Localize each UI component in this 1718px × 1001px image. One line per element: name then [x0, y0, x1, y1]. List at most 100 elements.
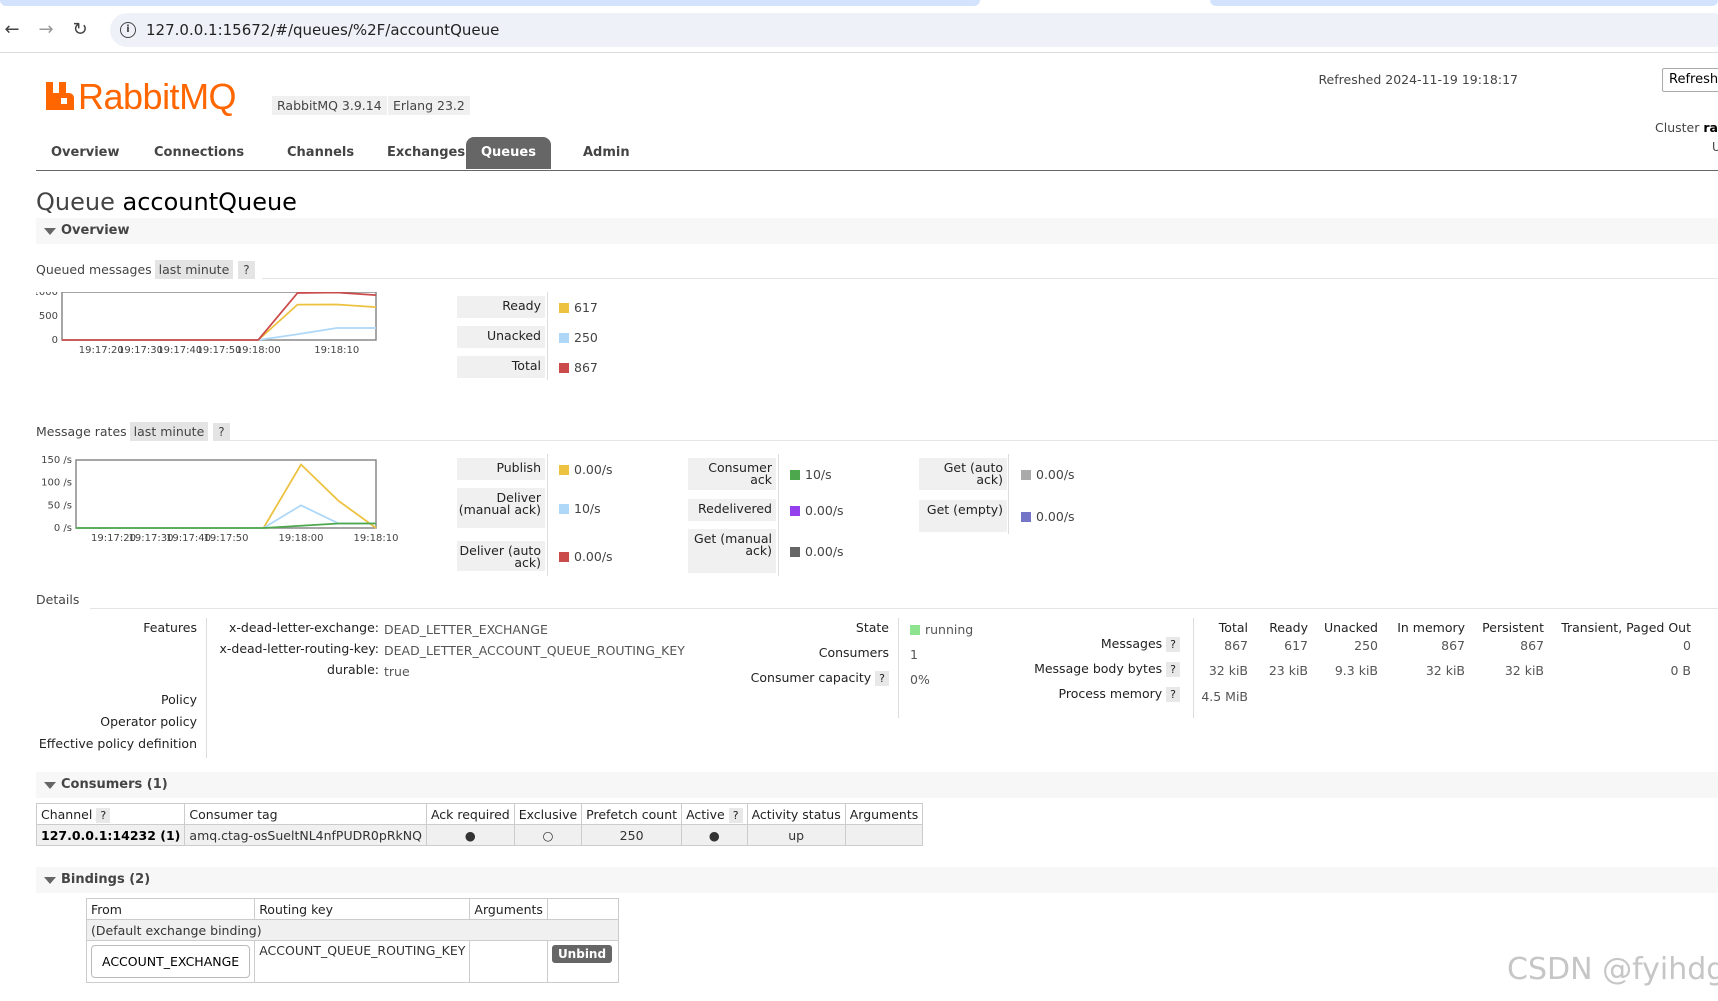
- rate-deliver-manual-legend-label: Deliver (manual ack): [457, 488, 545, 528]
- rate-redelivered-value-text: 0.00/s: [805, 503, 844, 518]
- details-divider: [898, 618, 899, 718]
- overview-section-label: Overview: [61, 223, 130, 238]
- stats-header-unacked: Unacked: [1323, 620, 1378, 635]
- table-header-row: Channel? Consumer tag Ack required Exclu…: [35, 803, 924, 825]
- browser-tab[interactable]: [0, 0, 980, 6]
- legend-swatch: [559, 504, 569, 514]
- rate-get-auto-legend-value: 0.00/s: [1021, 467, 1075, 482]
- watermark: CSDN @fyihdg: [1507, 952, 1718, 987]
- body-bytes-stat-value: 32 kiB: [1208, 663, 1248, 678]
- bindings-section-header[interactable]: Bindings (2): [36, 867, 1718, 893]
- legend-swatch: [559, 303, 569, 313]
- binding-routing-key: ACCOUNT_QUEUE_ROUTING_KEY: [254, 940, 471, 983]
- overview-section-header[interactable]: Overview: [36, 218, 1718, 244]
- rate-publish-value-text: 0.00/s: [574, 462, 613, 477]
- rate-get-manual-legend-value: 0.00/s: [790, 544, 844, 559]
- col-header-prefetch-count: Prefetch count: [581, 803, 683, 825]
- url-text[interactable]: 127.0.0.1:15672/#/queues/%2F/accountQueu…: [146, 21, 499, 39]
- legend-swatch: [790, 506, 800, 516]
- unbind-button[interactable]: Unbind: [551, 945, 613, 963]
- y-tick-label: 100 /s: [41, 478, 72, 489]
- binding-source-exchange[interactable]: ACCOUNT_EXCHANGE: [91, 945, 251, 978]
- rate-get-manual-value-text: 0.00/s: [805, 544, 844, 559]
- total-legend-label: Total: [457, 356, 545, 378]
- rate-publish-legend-value: 0.00/s: [559, 462, 613, 477]
- back-arrow-icon[interactable]: ←: [0, 18, 24, 42]
- page-title-prefix: Queue: [36, 188, 115, 216]
- help-icon[interactable]: ?: [1166, 637, 1180, 652]
- help-icon[interactable]: ?: [213, 423, 230, 441]
- rate-deliver-manual-legend-value: 10/s: [559, 501, 601, 516]
- process-memory-text: Process memory: [1058, 686, 1163, 701]
- col-header-exclusive: Exclusive: [513, 803, 583, 825]
- rate-consumer-ack-legend-value: 10/s: [790, 467, 832, 482]
- tab-overview[interactable]: Overview: [36, 137, 135, 169]
- legend-swatch: [790, 547, 800, 557]
- consumers-section-header[interactable]: Consumers (1): [36, 772, 1718, 798]
- browser-toolbar: ← → ↻ i 127.0.0.1:15672/#/queues/%2F/acc…: [0, 8, 1718, 53]
- collapse-triangle-icon: [44, 782, 56, 789]
- rate-consumer-ack-value-text: 10/s: [805, 467, 832, 482]
- tab-admin[interactable]: Admin: [568, 137, 645, 169]
- unacked-legend-label: Unacked: [457, 326, 545, 348]
- queued-range-selector[interactable]: last minute: [154, 260, 234, 279]
- feature-value: DEAD_LETTER_ACCOUNT_QUEUE_ROUTING_KEY: [384, 643, 685, 658]
- stats-header-transient: Transient, Paged Out: [1561, 620, 1691, 635]
- legend-swatch: [790, 470, 800, 480]
- consumer-channel-link[interactable]: 127.0.0.1:14232 (1): [35, 824, 186, 846]
- consumer-arguments: [844, 824, 924, 846]
- site-info-icon[interactable]: i: [120, 22, 136, 38]
- rate-get-empty-legend-label: Get (empty): [919, 500, 1007, 532]
- stats-header-in-memory: In memory: [1397, 620, 1465, 635]
- stats-header-ready: Ready: [1269, 620, 1308, 635]
- x-tick-label: 19:18:10: [354, 533, 399, 544]
- queued-messages-label: Queued messages: [36, 262, 152, 277]
- unacked-legend-value: 250: [559, 330, 598, 345]
- help-icon[interactable]: ?: [875, 671, 889, 686]
- forward-arrow-icon[interactable]: →: [34, 18, 58, 42]
- activity-status: up: [746, 824, 846, 846]
- body-bytes-stat-value: 23 kiB: [1268, 663, 1308, 678]
- refresh-button[interactable]: Refresh: [1662, 68, 1718, 92]
- unacked-value-text: 250: [574, 330, 598, 345]
- messages-stat-value: 617: [1284, 638, 1308, 653]
- rate-consumer-ack-legend-label: Consumer ack: [688, 458, 776, 490]
- main-nav: Overview Connections Channels Exchanges …: [36, 137, 1718, 171]
- y-tick-label: 150 /s: [41, 455, 72, 466]
- help-icon[interactable]: ?: [1166, 687, 1180, 702]
- messages-stat-value: 867: [1441, 638, 1465, 653]
- legend-divider: [547, 454, 548, 576]
- table-row: 127.0.0.1:14232 (1) amq.ctag-osSueltNL4n…: [35, 824, 924, 846]
- tab-connections[interactable]: Connections: [139, 137, 259, 169]
- col-header-actions: [546, 898, 619, 920]
- rate-deliver-manual-value-text: 10/s: [574, 501, 601, 516]
- body-bytes-stat-value: 0 B: [1670, 663, 1691, 678]
- y-tick-label: 50 /s: [48, 500, 72, 511]
- state-value: running: [910, 622, 973, 637]
- consumer-capacity-label: Consumer capacity?: [750, 670, 889, 686]
- browser-tab[interactable]: [1210, 0, 1718, 6]
- tab-exchanges[interactable]: Exchanges: [372, 137, 480, 169]
- feature-key: x-dead-letter-routing-key:: [219, 641, 379, 656]
- tab-channels[interactable]: Channels: [272, 137, 369, 169]
- help-icon[interactable]: ?: [1166, 662, 1180, 677]
- rate-redelivered-legend-label: Redelivered: [688, 499, 776, 521]
- messages-stat-value: 867: [1520, 638, 1544, 653]
- state-text: running: [925, 622, 974, 637]
- help-icon[interactable]: ?: [728, 807, 743, 823]
- collapse-triangle-icon: [44, 877, 56, 884]
- reload-icon[interactable]: ↻: [68, 18, 92, 42]
- refreshed-timestamp: Refreshed 2024-11-19 19:18:17: [1318, 72, 1518, 87]
- rate-deliver-auto-value-text: 0.00/s: [574, 549, 613, 564]
- help-icon[interactable]: ?: [238, 261, 255, 279]
- effective-policy-label: Effective policy definition: [38, 736, 197, 751]
- cluster-name: ral: [1703, 120, 1718, 135]
- rates-range-selector[interactable]: last minute: [129, 422, 209, 441]
- policy-label: Policy: [161, 692, 197, 707]
- address-bar[interactable]: i 127.0.0.1:15672/#/queues/%2F/accountQu…: [110, 13, 1718, 47]
- tab-queues[interactable]: Queues: [466, 137, 551, 169]
- consumer-capacity-text: Consumer capacity: [750, 670, 872, 685]
- col-header-routing-key: Routing key: [254, 898, 471, 920]
- help-icon[interactable]: ?: [96, 807, 111, 823]
- divider: [228, 440, 1718, 441]
